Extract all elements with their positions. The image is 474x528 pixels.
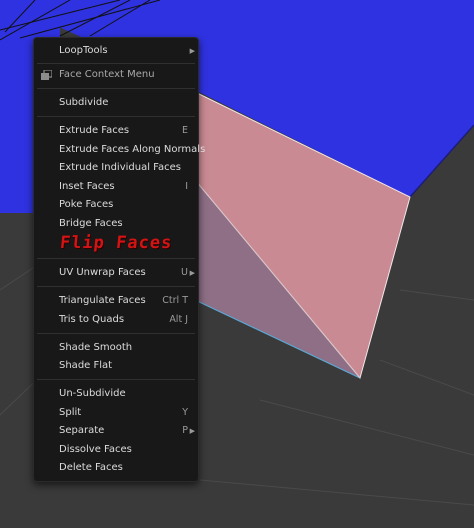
menu-header-label: Face Context Menu <box>59 69 155 80</box>
menu-item-label: LoopTools <box>59 45 108 56</box>
menu-item-label: Dissolve Faces <box>59 444 132 455</box>
face-context-menu[interactable]: LoopTools ▶ Face Context Menu Subdivide … <box>33 37 205 482</box>
menu-separator <box>37 286 195 287</box>
menu-item-extrude-along-normals[interactable]: Extrude Faces Along Normals <box>34 141 205 159</box>
shortcut-label: Ctrl T <box>162 295 188 306</box>
menu-item-label: Extrude Faces <box>59 125 130 136</box>
menu-item-split[interactable]: Split Y <box>34 404 198 422</box>
menu-item-extrude-faces[interactable]: Extrude Faces E <box>34 122 198 140</box>
menu-item-label: Separate <box>59 425 105 436</box>
menu-separator <box>37 63 195 64</box>
menu-item-dissolve-faces[interactable]: Dissolve Faces <box>34 441 198 459</box>
menu-item-label: Split <box>59 407 82 418</box>
menu-item-uv-unwrap[interactable]: UV Unwrap Faces U ▶ <box>34 264 198 282</box>
menu-item-label: Shade Smooth <box>59 342 133 353</box>
menu-separator <box>37 379 195 380</box>
menu-item-delete-faces[interactable]: Delete Faces <box>34 459 198 477</box>
menu-item-subdivide[interactable]: Subdivide <box>34 94 198 112</box>
menu-item-bridge-faces[interactable]: Bridge Faces <box>34 215 198 233</box>
menu-item-label: Bridge Faces <box>59 218 123 229</box>
pin-icon <box>41 70 52 80</box>
menu-item-poke-faces[interactable]: Poke Faces <box>34 196 198 214</box>
menu-item-label: UV Unwrap Faces <box>59 267 146 278</box>
shortcut-label: P <box>182 425 188 436</box>
menu-item-un-subdivide[interactable]: Un-Subdivide <box>34 385 198 403</box>
menu-item-shade-flat[interactable]: Shade Flat <box>34 357 198 375</box>
shortcut-label: E <box>181 125 188 136</box>
submenu-arrow-icon: ▶ <box>189 269 195 277</box>
menu-item-label: Poke Faces <box>59 199 114 210</box>
menu-item-separate[interactable]: Separate P ▶ <box>34 422 198 440</box>
menu-item-label: Subdivide <box>59 97 109 108</box>
menu-item-triangulate[interactable]: Triangulate Faces Ctrl T <box>34 292 198 310</box>
menu-item-extrude-individual[interactable]: Extrude Individual Faces <box>34 159 198 177</box>
menu-separator <box>37 88 195 89</box>
submenu-arrow-icon: ▶ <box>189 47 195 55</box>
menu-item-label: Triangulate Faces <box>59 295 146 306</box>
menu-item-label: Un-Subdivide <box>59 388 126 399</box>
menu-item-inset-faces[interactable]: Inset Faces I <box>34 178 198 196</box>
menu-separator <box>37 116 195 117</box>
shortcut-label: Alt J <box>169 314 188 325</box>
menu-item-label: Extrude Individual Faces <box>59 162 181 173</box>
menu-item-label: Shade Flat <box>59 360 113 371</box>
menu-separator <box>37 258 195 259</box>
menu-item-label: Delete Faces <box>59 462 123 473</box>
shortcut-label: U <box>181 267 188 278</box>
menu-header-face-context: Face Context Menu <box>34 66 198 84</box>
menu-item-shade-smooth[interactable]: Shade Smooth <box>34 339 198 357</box>
menu-item-label: Tris to Quads <box>59 314 125 325</box>
submenu-arrow-icon: ▶ <box>189 427 195 435</box>
menu-item-label: Extrude Faces Along Normals <box>59 144 206 155</box>
shortcut-label: Y <box>182 407 188 418</box>
menu-item-tris-to-quads[interactable]: Tris to Quads Alt J <box>34 311 198 329</box>
menu-item-looptools[interactable]: LoopTools ▶ <box>34 42 198 60</box>
shortcut-label: I <box>185 181 188 192</box>
menu-item-label: Inset Faces <box>59 181 115 192</box>
flip-faces-annotation: Flip Faces <box>58 233 174 253</box>
menu-separator <box>37 333 195 334</box>
